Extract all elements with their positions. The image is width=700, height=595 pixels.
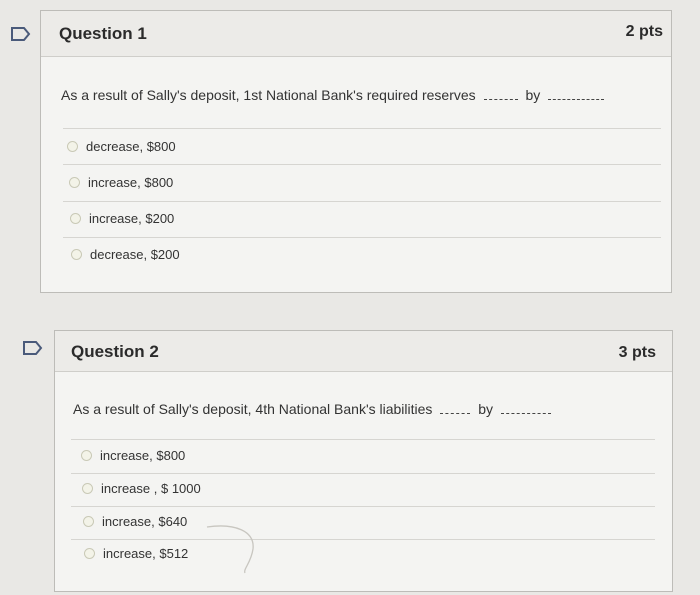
divider <box>71 473 655 474</box>
answer-option[interactable]: increase , $ 1000 <box>82 481 201 496</box>
answer-blank <box>483 99 518 100</box>
answer-blank <box>440 413 471 414</box>
answer-option[interactable]: increase, $200 <box>70 211 174 226</box>
radio-button[interactable] <box>84 548 95 559</box>
question-card-2: Question 2 3 pts As a result of Sally's … <box>54 330 673 592</box>
answer-label: increase, $640 <box>102 514 188 529</box>
question-header: Question 1 2 pts <box>41 11 671 57</box>
divider <box>71 506 655 507</box>
question-connector: by <box>478 401 493 417</box>
answer-blank <box>548 99 605 100</box>
divider <box>63 164 661 165</box>
divider <box>71 539 655 540</box>
flag-icon[interactable] <box>10 26 32 42</box>
question-title: Question 1 <box>59 24 147 43</box>
answer-label: increase, $200 <box>89 211 175 226</box>
answer-option[interactable]: decrease, $200 <box>71 247 180 262</box>
divider <box>63 237 661 238</box>
question-connector: by <box>525 87 541 103</box>
answer-label: decrease, $800 <box>86 139 176 154</box>
answer-label: decrease, $200 <box>90 247 180 262</box>
radio-button[interactable] <box>69 177 80 188</box>
answer-option[interactable]: increase, $800 <box>69 175 173 190</box>
question-text: As a result of Sally's deposit, 4th Nati… <box>73 401 555 417</box>
answer-option[interactable]: increase, $640 <box>83 514 187 529</box>
radio-button[interactable] <box>82 483 93 494</box>
answer-label: increase, $800 <box>88 175 174 190</box>
divider <box>63 128 661 129</box>
question-card-1: Question 1 2 pts As a result of Sally's … <box>40 10 672 293</box>
question-points: 3 pts <box>618 344 656 361</box>
radio-button[interactable] <box>70 213 81 224</box>
question-points: 2 pts <box>625 23 663 40</box>
flag-icon[interactable] <box>22 340 44 356</box>
pencil-scribble <box>206 525 254 574</box>
answer-label: increase , $ 1000 <box>101 481 201 496</box>
divider <box>71 439 655 440</box>
radio-button[interactable] <box>81 450 92 461</box>
divider <box>63 201 661 202</box>
radio-button[interactable] <box>67 141 78 152</box>
radio-button[interactable] <box>71 249 82 260</box>
answer-label: increase, $800 <box>100 448 186 463</box>
question-stem: As a result of Sally's deposit, 4th Nati… <box>73 401 433 417</box>
answer-option[interactable]: decrease, $800 <box>67 139 176 154</box>
answer-option[interactable]: increase, $512 <box>84 546 188 561</box>
answer-option[interactable]: increase, $800 <box>81 448 185 463</box>
radio-button[interactable] <box>83 516 94 527</box>
question-title: Question 2 <box>71 342 159 361</box>
question-text: As a result of Sally's deposit, 1st Nati… <box>61 87 608 103</box>
question-stem: As a result of Sally's deposit, 1st Nati… <box>61 87 476 103</box>
answer-blank <box>500 413 551 414</box>
question-header: Question 2 3 pts <box>55 331 672 372</box>
answer-label: increase, $512 <box>103 546 189 561</box>
